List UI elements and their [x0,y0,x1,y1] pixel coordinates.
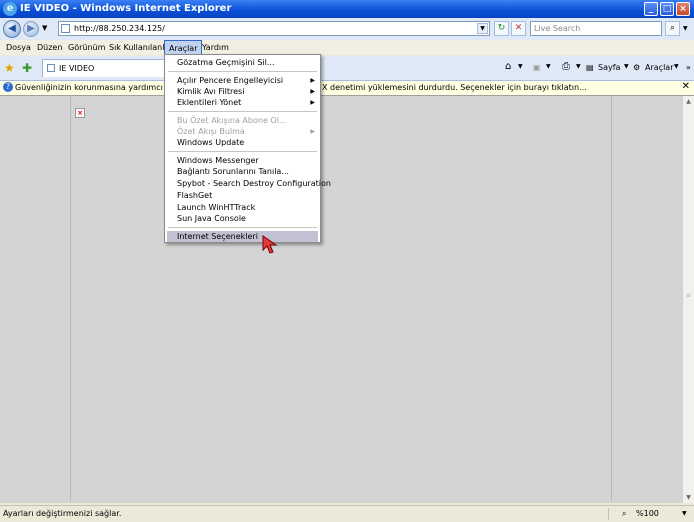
tools-dropdown-icon[interactable]: ▼ [674,63,679,70]
address-input[interactable]: http://88.250.234.125/ ▼ [58,21,490,36]
menu-separator [168,151,317,152]
tab-row: ★ ✚ IE VIDEO ⌂ ▼ ▣ ▼ ⎙ ▼ ▤ Sayfa ▼ ⚙ Ara… [0,56,694,81]
maximize-button[interactable]: □ [660,2,674,16]
submenu-arrow-icon: ▶ [310,99,315,106]
close-button[interactable]: × [676,2,690,16]
menu-separator [168,227,317,228]
favorites-star-icon[interactable]: ★ [4,61,15,75]
shield-info-icon: ? [3,82,13,92]
page-dropdown-icon[interactable]: ▼ [624,63,629,70]
home-icon[interactable]: ⌂ [505,61,511,72]
address-dropdown-icon[interactable]: ▼ [477,23,488,34]
menu-view[interactable]: Görünüm [68,43,105,52]
title-bar: e IE VIDEO - Windows Internet Explorer _… [0,0,694,18]
status-bar: Ayarları değiştirmenizi sağlar. ⌕ %100 ▼ [0,505,694,522]
search-options-icon[interactable]: ▼ [683,25,688,32]
stop-icon[interactable]: ✕ [511,21,526,36]
print-icon[interactable]: ⎙ [562,61,570,72]
history-dropdown-icon[interactable]: ▼ [42,24,47,32]
menu-subscribe-feed: Bu Özet Akışına Abone Ol... [177,116,287,125]
menu-phishing-filter[interactable]: Kimlik Avı Filtresi [177,87,244,96]
zoom-icon: ⌕ [622,509,627,518]
page-body [70,96,612,501]
infobar-close-icon[interactable]: ✕ [682,81,690,92]
broken-image-icon: × [75,108,85,118]
menu-spybot-config[interactable]: Spybot - Search Destroy Configuration [177,179,331,188]
vertical-scrollbar[interactable]: ▲ ≡ ▼ [682,96,694,503]
forward-arrow-icon[interactable]: ▶ [23,21,39,37]
zoom-level[interactable]: %100 [636,509,659,518]
back-arrow-icon[interactable]: ◀ [3,20,21,38]
submenu-arrow-icon: ▶ [310,77,315,84]
scroll-grip-icon[interactable]: ≡ [683,290,694,301]
search-icon[interactable]: ⌕ [665,21,680,36]
toolbar-chevron-icon[interactable]: » [686,63,691,72]
window-title: IE VIDEO - Windows Internet Explorer [20,3,232,14]
tools-menu-button[interactable]: Araçlar [645,63,673,72]
status-divider [608,508,609,520]
infobar-text-right: X denetimi yüklemesini durdurdu. Seçenek… [322,83,587,92]
refresh-icon[interactable]: ↻ [494,21,509,36]
tab-page-icon [47,64,55,72]
ie-logo-icon: e [3,2,17,16]
menu-windows-messenger[interactable]: Windows Messenger [177,156,259,165]
menu-file[interactable]: Dosya [6,43,31,52]
menu-java-console[interactable]: Sun Java Console [177,214,246,223]
menu-edit[interactable]: Düzen [37,43,62,52]
menu-diagnose-connection[interactable]: Bağlantı Sorunlarını Tanıla... [177,167,289,176]
menu-bar: Dosya Düzen Görünüm Sık Kullanılanlar Ar… [0,40,694,55]
menu-separator [168,111,317,112]
menu-flashget[interactable]: FlashGet [177,191,212,200]
information-bar[interactable]: ? Güvenliğinizin korunmasına yardımcı ol… [0,81,694,96]
print-dropdown-icon[interactable]: ▼ [576,63,581,70]
tab-title: IE VIDEO [59,64,95,73]
page-icon [61,24,70,33]
scroll-down-icon[interactable]: ▼ [683,492,694,503]
add-favorites-icon[interactable]: ✚ [22,61,32,75]
submenu-arrow-icon: ▶ [310,128,315,135]
feeds-icon[interactable]: ▣ [533,63,541,72]
tools-dropdown-menu: Gözatma Geçmişini Sil... Açılır Pencere … [164,54,331,243]
menu-help[interactable]: Yardım [202,43,229,52]
menu-separator [168,71,317,72]
menu-winhttrack[interactable]: Launch WinHTTrack [177,203,255,212]
status-text: Ayarları değiştirmenizi sağlar. [3,509,122,518]
address-row: ◀ ▶ ▼ http://88.250.234.125/ ▼ ↻ ✕ Live … [0,18,694,40]
minimize-button[interactable]: _ [644,2,658,16]
zoom-dropdown-icon[interactable]: ▼ [682,510,687,517]
menu-manage-addons[interactable]: Eklentileri Yönet [177,98,241,107]
mouse-cursor-icon [262,235,278,254]
page-menu-icon: ▤ [586,63,594,72]
search-input[interactable]: Live Search [530,21,662,36]
tab-ie-video[interactable]: IE VIDEO [42,59,168,77]
feeds-dropdown-icon[interactable]: ▼ [546,63,551,70]
home-dropdown-icon[interactable]: ▼ [518,63,523,70]
menu-popup-blocker[interactable]: Açılır Pencere Engelleyicisi [177,76,283,85]
page-menu-button[interactable]: Sayfa [598,63,620,72]
menu-windows-update[interactable]: Windows Update [177,138,244,147]
gear-icon: ⚙ [633,63,641,72]
menu-tools[interactable]: Araçlar [164,40,203,55]
menu-feed-discovery: Özet Akışı Bulma [177,127,245,136]
submenu-arrow-icon: ▶ [310,88,315,95]
scroll-up-icon[interactable]: ▲ [683,96,694,107]
address-url: http://88.250.234.125/ [74,24,165,33]
menu-internet-options[interactable]: Internet Seçenekleri [177,232,258,241]
page-content [0,96,682,503]
menu-delete-history[interactable]: Gözatma Geçmişini Sil... [177,58,274,67]
